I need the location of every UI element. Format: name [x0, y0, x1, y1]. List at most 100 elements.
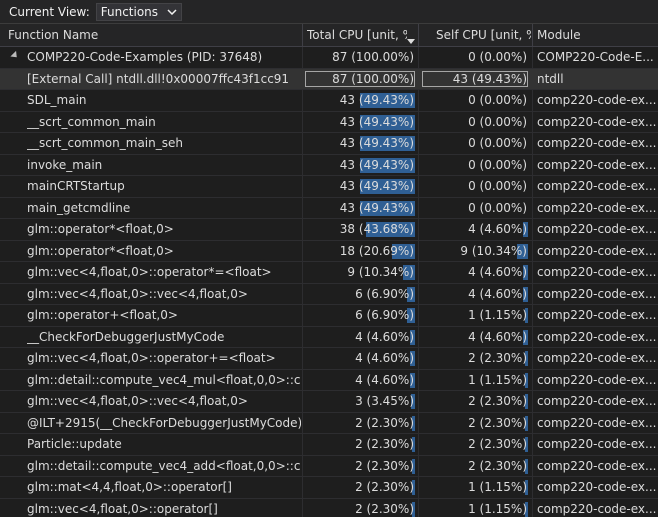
column-header-module[interactable]: Module	[537, 24, 655, 46]
table-row[interactable]: glm::detail::compute_vec4_add<float,0,0>…	[0, 456, 658, 477]
table-row[interactable]: glm::operator*<float,0> 18 (20.69%) 9 (10.…	[0, 241, 658, 262]
module-cell: COMP220-Code-E...	[537, 50, 654, 64]
table-row[interactable]: __scrt_common_main_seh 43 (49.43%) 0 (0.00…	[0, 133, 658, 155]
total-cpu-value: 43 (49.43%)	[339, 200, 414, 215]
function-name-cell: [External Call] ntdll.dll!0x00007ffc43f1…	[27, 71, 290, 86]
self-cpu-cell: 0 (0.00%)	[420, 155, 530, 176]
total-cpu-cell: 38 (43.68%)	[305, 219, 417, 240]
column-divider[interactable]	[532, 24, 533, 46]
table-row[interactable]: glm::mat<4,4,float,0>::operator[] 2 (2.30…	[0, 477, 658, 499]
table-row[interactable]: mainCRTStartup 43 (49.43%) 0 (0.00%) comp22…	[0, 176, 658, 198]
function-name-cell: SDL_main	[27, 93, 87, 107]
total-cpu-cell: 3 (3.45%)	[305, 391, 417, 412]
total-cpu-value: 3 (3.45%)	[355, 394, 414, 408]
total-cpu-cell: 43 (49.43%)	[305, 112, 417, 133]
total-cpu-value: 87 (100.00%)	[332, 50, 414, 64]
total-cpu-cell: 4 (4.60%)	[305, 348, 417, 369]
current-view-label: Current View:	[9, 4, 90, 19]
self-cpu-value: 1 (1.15%)	[468, 372, 527, 387]
module-cell: comp220-code-ex...	[537, 437, 656, 451]
table-row[interactable]: glm::vec<4,float,0>::vec<4,float,0> 3 (3.…	[0, 391, 658, 413]
function-name-cell: mainCRTStartup	[27, 179, 125, 193]
module-cell: comp220-code-ex...	[537, 136, 656, 150]
module-cell: comp220-code-ex...	[537, 179, 656, 193]
total-cpu-cell: 2 (2.30%)	[305, 477, 417, 498]
column-header-self-cpu[interactable]: Self CPU [unit, %]	[436, 24, 531, 46]
module-cell: comp220-code-ex...	[537, 329, 656, 344]
table-row[interactable]: SDL_main 43 (49.43%) 0 (0.00%) comp220-code…	[0, 90, 658, 112]
view-dropdown[interactable]: Functions	[95, 2, 182, 21]
self-cpu-cell: 0 (0.00%)	[420, 90, 530, 111]
module-cell: comp220-code-ex...	[537, 243, 656, 258]
table-row[interactable]: __CheckForDebuggerJustMyCode 4 (4.60%) 4 (…	[0, 327, 658, 348]
total-cpu-cell: 43 (49.43%)	[305, 155, 417, 176]
table-header: Function Name Total CPU [unit, %] Self C…	[0, 24, 658, 47]
function-name-cell: glm::vec<4,float,0>::operator*=<float>	[27, 265, 272, 279]
self-cpu-value: 4 (4.60%)	[468, 329, 527, 344]
table-row[interactable]: glm::detail::compute_vec4_mul<float,0,0>…	[0, 370, 658, 391]
table-row[interactable]: Particle::update 2 (2.30%) 2 (2.30%) comp22…	[0, 434, 658, 456]
column-divider[interactable]	[418, 24, 419, 46]
function-name-cell: glm::operator+<float,0>	[27, 308, 178, 322]
total-cpu-cell: 43 (49.43%)	[305, 198, 417, 219]
self-cpu-cell: 0 (0.00%)	[420, 133, 530, 154]
function-name-cell: glm::mat<4,4,float,0>::operator[]	[27, 480, 232, 494]
total-cpu-value: 2 (2.30%)	[355, 437, 414, 451]
focus-outline	[422, 70, 528, 87]
total-cpu-cell: 43 (49.43%)	[305, 133, 417, 154]
total-cpu-value: 9 (10.34%)	[347, 265, 414, 279]
module-cell: comp220-code-ex...	[537, 222, 656, 236]
column-divider[interactable]	[302, 24, 303, 46]
total-cpu-cell: 2 (2.30%)	[305, 499, 417, 517]
table-row[interactable]: COMP220-Code-Examples (PID: 37648) 87 (10…	[0, 47, 658, 69]
total-cpu-value: 2 (2.30%)	[355, 501, 414, 516]
table-row[interactable]: glm::vec<4,float,0>::vec<4,float,0> 6 (6.…	[0, 284, 658, 305]
table-row[interactable]: glm::vec<4,float,0>::operator+=<float> 4 …	[0, 348, 658, 370]
module-cell: comp220-code-ex...	[537, 351, 656, 365]
self-cpu-value: 2 (2.30%)	[468, 415, 527, 430]
total-cpu-value: 43 (49.43%)	[339, 114, 414, 129]
total-cpu-cell: 4 (4.60%)	[305, 370, 417, 391]
column-header-total-cpu[interactable]: Total CPU [unit, %]	[307, 24, 407, 46]
view-toolbar: Current View: Functions	[0, 0, 658, 24]
table-row[interactable]: __scrt_common_main 43 (49.43%) 0 (0.00%) co…	[0, 112, 658, 133]
table-row[interactable]: invoke_main 43 (49.43%) 0 (0.00%) comp220-c…	[0, 155, 658, 176]
self-cpu-value: 1 (1.15%)	[468, 480, 527, 494]
function-name-cell: glm::vec<4,float,0>::vec<4,float,0>	[27, 394, 248, 408]
function-name-cell: __scrt_common_main_seh	[27, 136, 183, 150]
self-cpu-value: 2 (2.30%)	[468, 394, 527, 408]
function-name-cell: glm::detail::compute_vec4_mul<float,0,0>…	[27, 372, 301, 387]
function-name-cell: glm::operator*<float,0>	[27, 243, 174, 258]
self-cpu-cell: 0 (0.00%)	[420, 112, 530, 133]
expand-collapse-icon[interactable]	[10, 50, 20, 61]
total-cpu-value: 38 (43.68%)	[339, 222, 414, 236]
table-row[interactable]: glm::operator+<float,0> 6 (6.90%) 1 (1.15%…	[0, 305, 658, 327]
self-cpu-cell: 4 (4.60%)	[420, 262, 530, 283]
table-row[interactable]: glm::operator*<float,0> 38 (43.68%) 4 (4.6…	[0, 219, 658, 241]
table-row[interactable]: main_getcmdline 43 (49.43%) 0 (0.00%) comp2…	[0, 198, 658, 219]
self-cpu-cell: 4 (4.60%)	[420, 327, 530, 348]
self-cpu-value: 1 (1.15%)	[468, 501, 527, 516]
total-cpu-cell: 87 (100.00%)	[305, 69, 417, 90]
total-cpu-value: 18 (20.69%)	[339, 243, 414, 258]
total-cpu-cell: 18 (20.69%)	[305, 241, 417, 262]
self-cpu-value: 0 (0.00%)	[468, 200, 527, 215]
total-cpu-value: 2 (2.30%)	[355, 415, 414, 430]
module-cell: comp220-code-ex...	[537, 114, 656, 129]
self-cpu-cell: 0 (0.00%)	[420, 47, 530, 68]
view-dropdown-value: Functions	[100, 4, 159, 19]
table-row[interactable]: [External Call] ntdll.dll!0x00007ffc43f1…	[0, 68, 658, 90]
table-row[interactable]: @ILT+2915(__CheckForDebuggerJustMyCode) 2…	[0, 413, 658, 434]
total-cpu-value: 6 (6.90%)	[355, 308, 414, 322]
total-cpu-value: 43 (49.43%)	[339, 136, 414, 150]
total-cpu-value: 4 (4.60%)	[355, 329, 414, 344]
table-row[interactable]: glm::vec<4,float,0>::operator[] 2 (2.30%)…	[0, 499, 658, 517]
column-header-function-name[interactable]: Function Name	[8, 24, 298, 46]
module-cell: comp220-code-ex...	[537, 501, 656, 516]
self-cpu-value: 2 (2.30%)	[468, 458, 527, 473]
total-cpu-cell: 6 (6.90%)	[305, 284, 417, 305]
functions-table-body: COMP220-Code-Examples (PID: 37648) 87 (10…	[0, 47, 658, 517]
table-row[interactable]: glm::vec<4,float,0>::operator*=<float> 9 …	[0, 262, 658, 284]
self-cpu-value: 0 (0.00%)	[468, 179, 527, 193]
module-cell: comp220-code-ex...	[537, 394, 656, 408]
